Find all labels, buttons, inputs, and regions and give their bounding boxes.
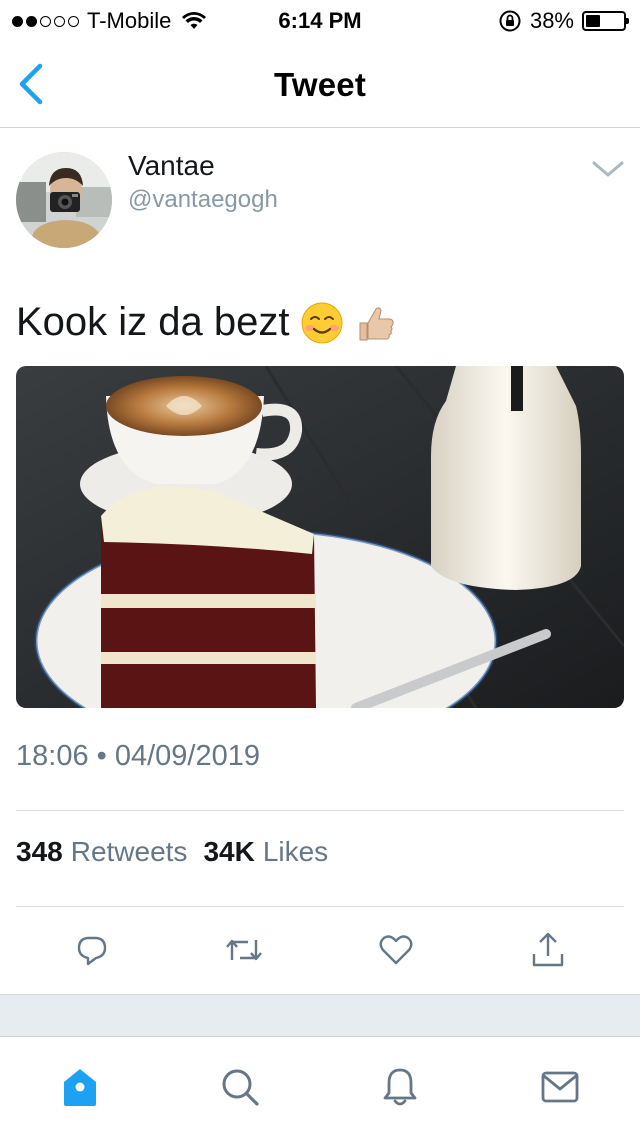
tweet-text: Kook iz da bezt	[16, 300, 290, 344]
reply-button[interactable]	[68, 926, 116, 974]
status-right: 38%	[498, 8, 629, 34]
notifications-icon	[383, 1068, 417, 1106]
home-icon	[64, 1069, 96, 1106]
tweet-text-container: Kook iz da bezt	[16, 300, 398, 345]
tweet-timestamp: 18:06 • 04/09/2019	[16, 740, 260, 772]
tweet-stats: 348 Retweets 34K Likes	[16, 836, 344, 868]
share-icon	[532, 932, 564, 967]
reply-icon	[77, 936, 107, 966]
battery-icon	[582, 11, 629, 31]
more-options-button[interactable]	[590, 155, 626, 183]
tweet-photo[interactable]	[16, 366, 624, 708]
retweet-count[interactable]: 348	[16, 836, 63, 868]
avatar[interactable]	[16, 152, 112, 248]
thumbs-up-icon	[359, 306, 394, 340]
user-handle[interactable]: @vantaegogh	[128, 186, 278, 214]
tab-messages[interactable]	[536, 1063, 584, 1111]
page-title: Tweet	[273, 66, 367, 103]
like-icon	[379, 935, 413, 965]
tab-home[interactable]	[56, 1063, 104, 1111]
content-gap	[0, 994, 640, 1036]
tab-notifications[interactable]	[376, 1063, 424, 1111]
share-button[interactable]	[524, 926, 572, 974]
status-bar: T-Mobile 6:14 PM 38%	[0, 0, 640, 40]
orientation-lock-icon	[499, 10, 521, 32]
retweet-icon	[226, 939, 262, 961]
display-name[interactable]: Vantae	[128, 150, 215, 182]
battery-percent: 38%	[529, 8, 574, 33]
like-label[interactable]: Likes	[263, 836, 328, 868]
divider	[16, 906, 624, 907]
chevron-down-icon	[592, 161, 624, 177]
messages-icon	[541, 1071, 579, 1103]
divider	[16, 810, 624, 811]
retweet-button[interactable]	[220, 926, 268, 974]
smiling-face-icon	[301, 302, 342, 343]
retweet-label[interactable]: Retweets	[71, 836, 188, 868]
like-count[interactable]: 34K	[203, 836, 254, 868]
tweet-actions	[0, 920, 640, 980]
tab-bar	[0, 1036, 640, 1136]
tab-search[interactable]	[216, 1063, 264, 1111]
search-icon	[222, 1069, 259, 1106]
navigation-bar: Tweet	[0, 40, 640, 128]
like-button[interactable]	[372, 926, 420, 974]
